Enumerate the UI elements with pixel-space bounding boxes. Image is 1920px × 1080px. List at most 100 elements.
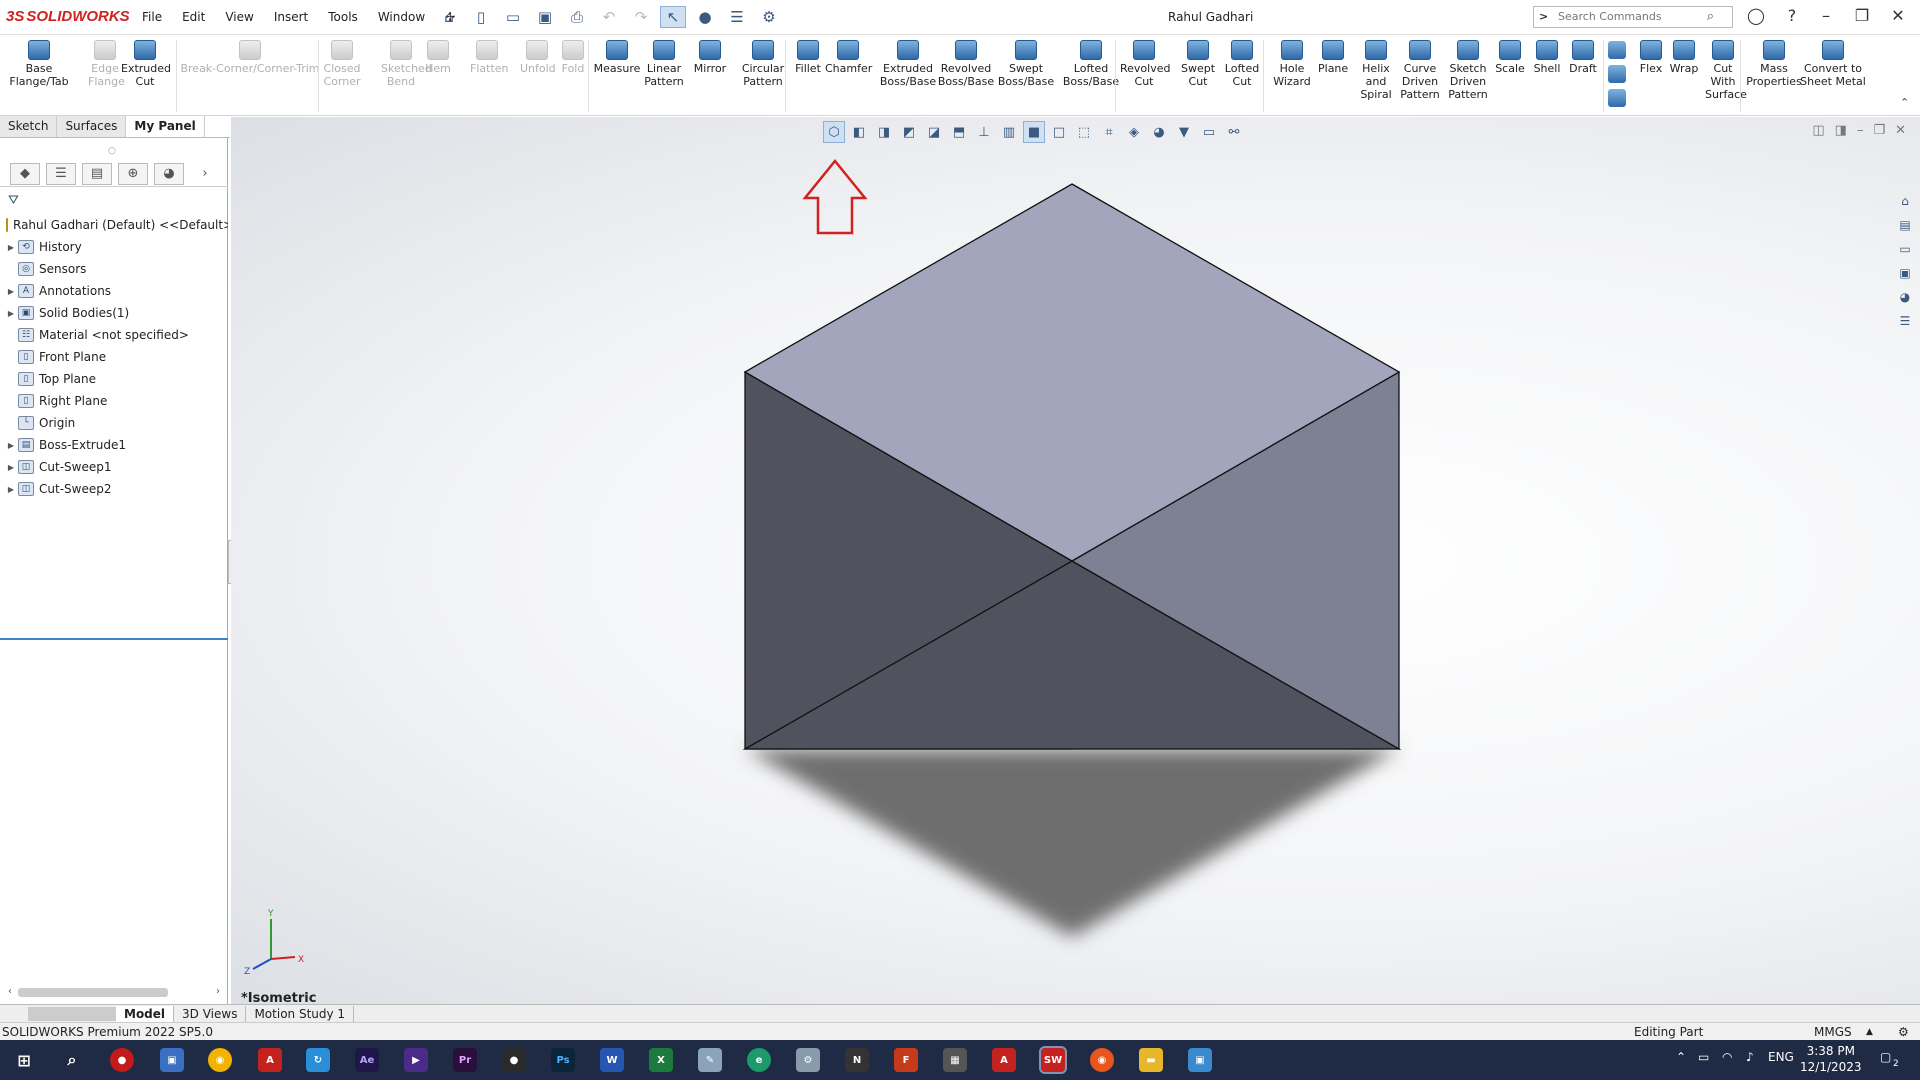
intersect-icon[interactable] [1608,65,1626,83]
scroll-right-icon[interactable]: › [216,986,220,997]
app-excel-icon[interactable]: X [649,1048,673,1072]
tab-model[interactable]: Model [116,1005,175,1022]
app-edge-icon[interactable]: e [747,1048,771,1072]
panel-expand-chevron-icon[interactable]: › [190,163,220,185]
ribbon-lofted-cut-button[interactable]: Lofted Cut [1220,40,1264,88]
ribbon-swept-cut-button[interactable]: Swept Cut [1180,40,1216,88]
taskbar-search-icon[interactable]: ⌕ [60,1048,84,1072]
expand-arrow-icon[interactable]: ▶ [4,463,18,472]
units-dropdown-icon[interactable]: ▲ [1866,1023,1873,1041]
file-properties-icon[interactable]: ☰ [724,6,750,28]
property-manager-tab-icon[interactable]: ☰ [46,162,76,185]
ribbon-flatten-button[interactable]: Flatten [470,40,509,75]
ribbon-linear-pattern-button[interactable]: Linear Pattern [638,40,690,88]
app-calculator-icon[interactable]: ▦ [943,1048,967,1072]
menu-window[interactable]: Window [368,10,435,24]
app-premiere-icon[interactable]: Pr [453,1048,477,1072]
undo-icon[interactable]: ↶ [596,6,622,28]
app-recorder-icon[interactable]: ● [502,1048,526,1072]
unit-system-selector[interactable]: MMGS [1814,1023,1852,1041]
tree-item-top-plane[interactable]: ▯ Top Plane [0,368,228,390]
app-word-icon[interactable]: W [600,1048,624,1072]
save-icon[interactable]: ▣ [532,6,558,28]
home-icon[interactable]: ⌂ [436,6,462,28]
app-photoshop-icon[interactable]: Ps [551,1048,575,1072]
tree-item-right-plane[interactable]: ▯ Right Plane [0,390,228,412]
tray-wifi-icon[interactable]: ◠ [1722,1050,1732,1064]
ribbon-scale-button[interactable]: Scale [1493,40,1527,75]
tab-motion-study[interactable]: Motion Study 1 [246,1005,355,1022]
expand-arrow-icon[interactable]: ▶ [4,441,18,450]
combine-icon[interactable] [1608,89,1626,107]
ribbon-closed-corner-button[interactable]: Closed Corner [322,40,362,88]
panel-grip-icon[interactable]: ○ [108,146,116,156]
close-icon[interactable]: ✕ [1880,6,1916,25]
ribbon-fold-button[interactable]: Fold [560,40,586,75]
ribbon-hem-button[interactable]: Hem [425,40,451,75]
print-icon[interactable]: ⎙ [564,6,590,28]
ribbon-cut-with-surface-button[interactable]: Cut With Surface [1705,40,1747,101]
ribbon-revolved-cut-button[interactable]: Revolved Cut [1120,40,1170,88]
tree-item-annotations[interactable]: ▶ A Annotations [0,280,228,302]
expand-arrow-icon[interactable]: ▶ [4,287,18,296]
menu-insert[interactable]: Insert [264,10,318,24]
tree-item-sensors[interactable]: ◎ Sensors [0,258,228,280]
ribbon-fillet-button[interactable]: Fillet [790,40,826,75]
tree-item-cut-sweep2[interactable]: ▶ ◫ Cut-Sweep2 [0,478,228,500]
app-solidworks-icon[interactable]: SW [1039,1046,1067,1074]
ribbon-base-flange-tab-button[interactable]: Base Flange/Tab [8,40,70,88]
restore-icon[interactable]: ❐ [1844,6,1880,25]
notification-center-icon[interactable]: ▢ [1880,1050,1891,1064]
ribbon-flex-button[interactable]: Flex [1636,40,1666,75]
app-firefox-icon[interactable]: ◉ [1090,1048,1114,1072]
ribbon-sketch-driven-pattern-button[interactable]: Sketch Driven Pattern [1444,40,1492,101]
expand-arrow-icon[interactable]: ▶ [4,309,18,318]
new-document-icon[interactable]: ▯ [468,6,494,28]
ribbon-lofted-boss-base-button[interactable]: Lofted Boss/Base [1060,40,1122,88]
app-sync-icon[interactable]: ↻ [306,1048,330,1072]
tray-language[interactable]: ENG [1768,1050,1794,1064]
ribbon-helix-and-spiral-button[interactable]: Helix and Spiral [1358,40,1394,101]
ribbon-plane-button[interactable]: Plane [1318,40,1348,75]
tray-volume-icon[interactable]: ♪ [1746,1050,1754,1064]
panel-horizontal-scrollbar[interactable]: ‹ › [8,986,220,998]
tree-item-front-plane[interactable]: ▯ Front Plane [0,346,228,368]
ribbon-shell-button[interactable]: Shell [1530,40,1564,75]
redo-icon[interactable]: ↷ [628,6,654,28]
configuration-manager-tab-icon[interactable]: ▤ [82,162,112,185]
expand-arrow-icon[interactable]: ▶ [4,243,18,252]
tree-item-origin[interactable]: └ Origin [0,412,228,434]
app-chrome-icon[interactable]: ◉ [208,1048,232,1072]
windows-start-icon[interactable]: ⊞ [12,1048,36,1072]
app-media-encoder-icon[interactable]: ▶ [404,1048,428,1072]
ribbon-convert-to-sheet-metal-button[interactable]: Convert to Sheet Metal [1800,40,1866,88]
ribbon-mass-properties-button[interactable]: Mass Properties [1744,40,1804,88]
search-icon[interactable]: ⌕ [1707,9,1714,24]
tab-3d-views[interactable]: 3D Views [174,1005,247,1022]
tree-item-material-not-specified[interactable]: ☷ Material <not specified> [0,324,228,346]
graphics-area[interactable]: ⬡ ◧ ◨ ◩ ◪ ⬒ ⊥ ▥ ■ □ ⬚ ⌗ ◈ ◕ ▼ ▭ ⚯ ◫ ◨ – … [231,117,1920,1006]
tree-item-boss-extrude1[interactable]: ▶ ▤ Boss-Extrude1 [0,434,228,456]
minimize-icon[interactable]: – [1808,6,1844,25]
ribbon-chamfer-button[interactable]: Chamfer [825,40,872,75]
ribbon-wrap-button[interactable]: Wrap [1666,40,1702,75]
dome-icon[interactable] [1608,41,1626,59]
menu-tools[interactable]: Tools [318,10,368,24]
ribbon-break-corner-corner-trim-button[interactable]: Break-Corner/Corner-Trim [180,40,320,75]
tree-item-cut-sweep1[interactable]: ▶ ◫ Cut-Sweep1 [0,456,228,478]
ribbon-sketched-bend-button[interactable]: Sketched Bend [381,40,432,88]
collapse-ribbon-icon[interactable]: ⌃ [1900,96,1909,109]
ribbon-draft-button[interactable]: Draft [1566,40,1600,75]
tree-item-history[interactable]: ▶ ⟲ History [0,236,228,258]
ribbon-edge-flange-button[interactable]: Edge Flange [88,40,125,88]
select-cursor-icon[interactable]: ↖ [660,6,686,28]
tree-root-part[interactable]: Rahul Gadhari (Default) <<Default>_D [0,214,228,236]
menu-view[interactable]: View [215,10,263,24]
app-file-explorer-icon[interactable]: ▬ [1139,1048,1163,1072]
solidworks-logo[interactable]: 3S SOLIDWORKS [6,8,130,25]
tree-item-solid-bodies-1[interactable]: ▶ ▣ Solid Bodies(1) [0,302,228,324]
tab-my-panel[interactable]: My Panel [126,116,205,137]
tab-surfaces[interactable]: Surfaces [57,116,127,137]
feature-manager-tab-icon[interactable]: ◆ [10,162,40,185]
help-icon[interactable]: ? [1774,6,1810,25]
